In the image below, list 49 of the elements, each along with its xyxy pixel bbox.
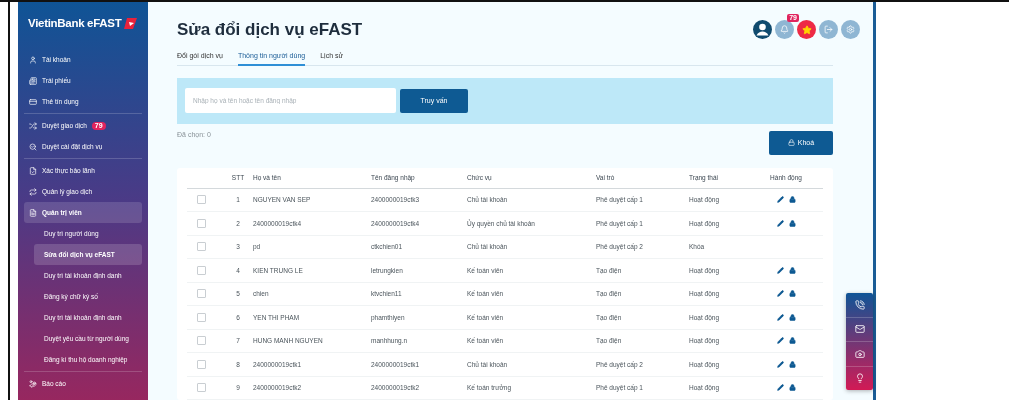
row-checkbox[interactable]	[197, 195, 206, 205]
lock-icon[interactable]	[788, 313, 796, 321]
star-icon	[801, 24, 812, 35]
row-checkbox[interactable]	[197, 265, 206, 275]
edit-icon[interactable]	[776, 290, 784, 298]
logout-icon	[824, 25, 833, 35]
lock-icon[interactable]	[788, 360, 796, 368]
edit-icon[interactable]	[776, 384, 784, 392]
logo-text: VietinBank eFAST	[28, 17, 122, 29]
phone-icon	[854, 299, 865, 310]
edit-icon[interactable]	[776, 313, 784, 321]
file-check-icon	[29, 166, 37, 175]
lock-icon[interactable]	[788, 219, 796, 227]
search-icon	[29, 142, 37, 151]
row-checkbox[interactable]	[197, 289, 206, 299]
row-checkbox[interactable]	[197, 336, 206, 346]
card-icon	[29, 97, 37, 106]
edit-icon[interactable]	[776, 266, 784, 274]
user-icon	[29, 55, 37, 64]
file-icon	[29, 208, 37, 217]
lock-icon[interactable]	[788, 337, 796, 345]
row-checkbox[interactable]	[197, 218, 206, 228]
arrows-icon	[29, 121, 37, 130]
settings-icon	[846, 25, 855, 35]
row-checkbox[interactable]	[197, 242, 206, 252]
lock-icon[interactable]	[788, 290, 796, 298]
lock-icon[interactable]	[788, 196, 796, 204]
edit-icon[interactable]	[776, 360, 784, 368]
cycle-icon	[29, 187, 37, 196]
edit-icon[interactable]	[776, 196, 784, 204]
document-icon	[29, 76, 37, 85]
row-checkbox[interactable]	[197, 312, 206, 322]
logo-icon	[124, 17, 138, 29]
page-title: Sửa đổi dịch vụ eFAST	[177, 19, 363, 40]
bell-icon	[780, 25, 789, 35]
avatar-icon	[753, 20, 772, 40]
lock-icon	[787, 139, 795, 146]
lock-icon[interactable]	[788, 266, 796, 274]
mail-icon	[854, 324, 865, 335]
lightbulb-icon	[854, 373, 865, 384]
edit-icon[interactable]	[776, 337, 784, 345]
lock-icon[interactable]	[788, 384, 796, 392]
language-button[interactable]	[797, 20, 816, 40]
avatar-button[interactable]	[753, 20, 772, 40]
camera-icon	[854, 348, 865, 359]
notification-button[interactable]	[775, 20, 794, 40]
row-checkbox[interactable]	[197, 359, 206, 369]
edit-icon[interactable]	[776, 219, 784, 227]
row-checkbox[interactable]	[197, 383, 206, 393]
